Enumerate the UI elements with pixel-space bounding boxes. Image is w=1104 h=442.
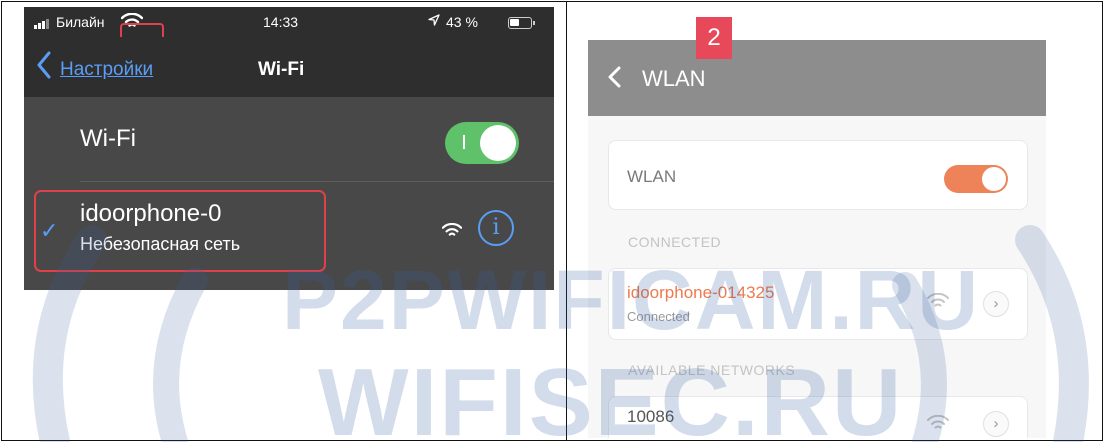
connected-network-status: Connected (627, 309, 690, 324)
signal-bars-icon (34, 19, 49, 29)
connected-network-item[interactable]: idoorphone-014325 Connected › (608, 268, 1028, 340)
toggle-knob (982, 167, 1006, 191)
wifi-toggle-row: Wi-Fi (24, 97, 554, 181)
available-network-name: 10086 (627, 407, 675, 426)
toggle-knob (480, 125, 516, 161)
back-button[interactable]: Настройки (60, 59, 153, 81)
location-arrow-icon (428, 14, 440, 29)
network-row-idoorphone[interactable]: ✓ idoorphone-0 Небезопасная сеть i (24, 182, 554, 290)
carrier-name: Билайн (56, 14, 105, 30)
wifi-row-label: Wi-Fi (80, 125, 136, 152)
panel-divider (566, 1, 567, 441)
wlan-toggle[interactable] (944, 165, 1008, 193)
android-title-bar: WLAN (588, 40, 1046, 116)
ios-status-bar: Билайн 14:33 43 % (24, 7, 554, 37)
step-badge: 2 (696, 17, 732, 59)
wlan-label: WLAN (627, 167, 677, 186)
battery-icon (508, 17, 535, 29)
wifi-icon (441, 222, 463, 243)
android-content: WLAN CONNECTED idoorphone-014325 Connect… (588, 116, 1046, 438)
info-icon[interactable]: i (478, 210, 514, 246)
connected-network-name: idoorphone-014325 (627, 283, 775, 302)
battery-percent: 43 % (446, 14, 478, 30)
wifi-toggle[interactable] (445, 122, 519, 164)
wifi-icon (927, 292, 949, 314)
android-wlan-settings-screen: WLAN WLAN CONNECTED idoorphone-014325 Co… (588, 18, 1046, 438)
chevron-right-icon[interactable]: › (983, 411, 1009, 437)
chevron-left-icon[interactable] (606, 65, 622, 94)
section-connected-header: CONNECTED (628, 234, 722, 250)
wlan-toggle-card: WLAN (608, 140, 1028, 210)
ios-nav-bar: Настройки Wi-Fi (24, 37, 554, 97)
chevron-left-icon[interactable] (36, 51, 52, 84)
page-title: WLAN (642, 66, 706, 91)
wifi-icon (927, 414, 949, 436)
section-available-header: AVAILABLE NETWORKS (628, 362, 796, 378)
status-time: 14:33 (263, 14, 299, 30)
available-network-item[interactable]: 10086 › (608, 396, 1028, 438)
chevron-right-icon[interactable]: › (983, 291, 1009, 317)
toggle-on-mark (463, 135, 465, 149)
page-title: Wi-Fi (258, 59, 305, 80)
network-highlight (34, 190, 326, 272)
ios-wifi-settings-screen: Билайн 14:33 43 % Настройки Wi-Fi Wi-Fi … (24, 7, 554, 290)
